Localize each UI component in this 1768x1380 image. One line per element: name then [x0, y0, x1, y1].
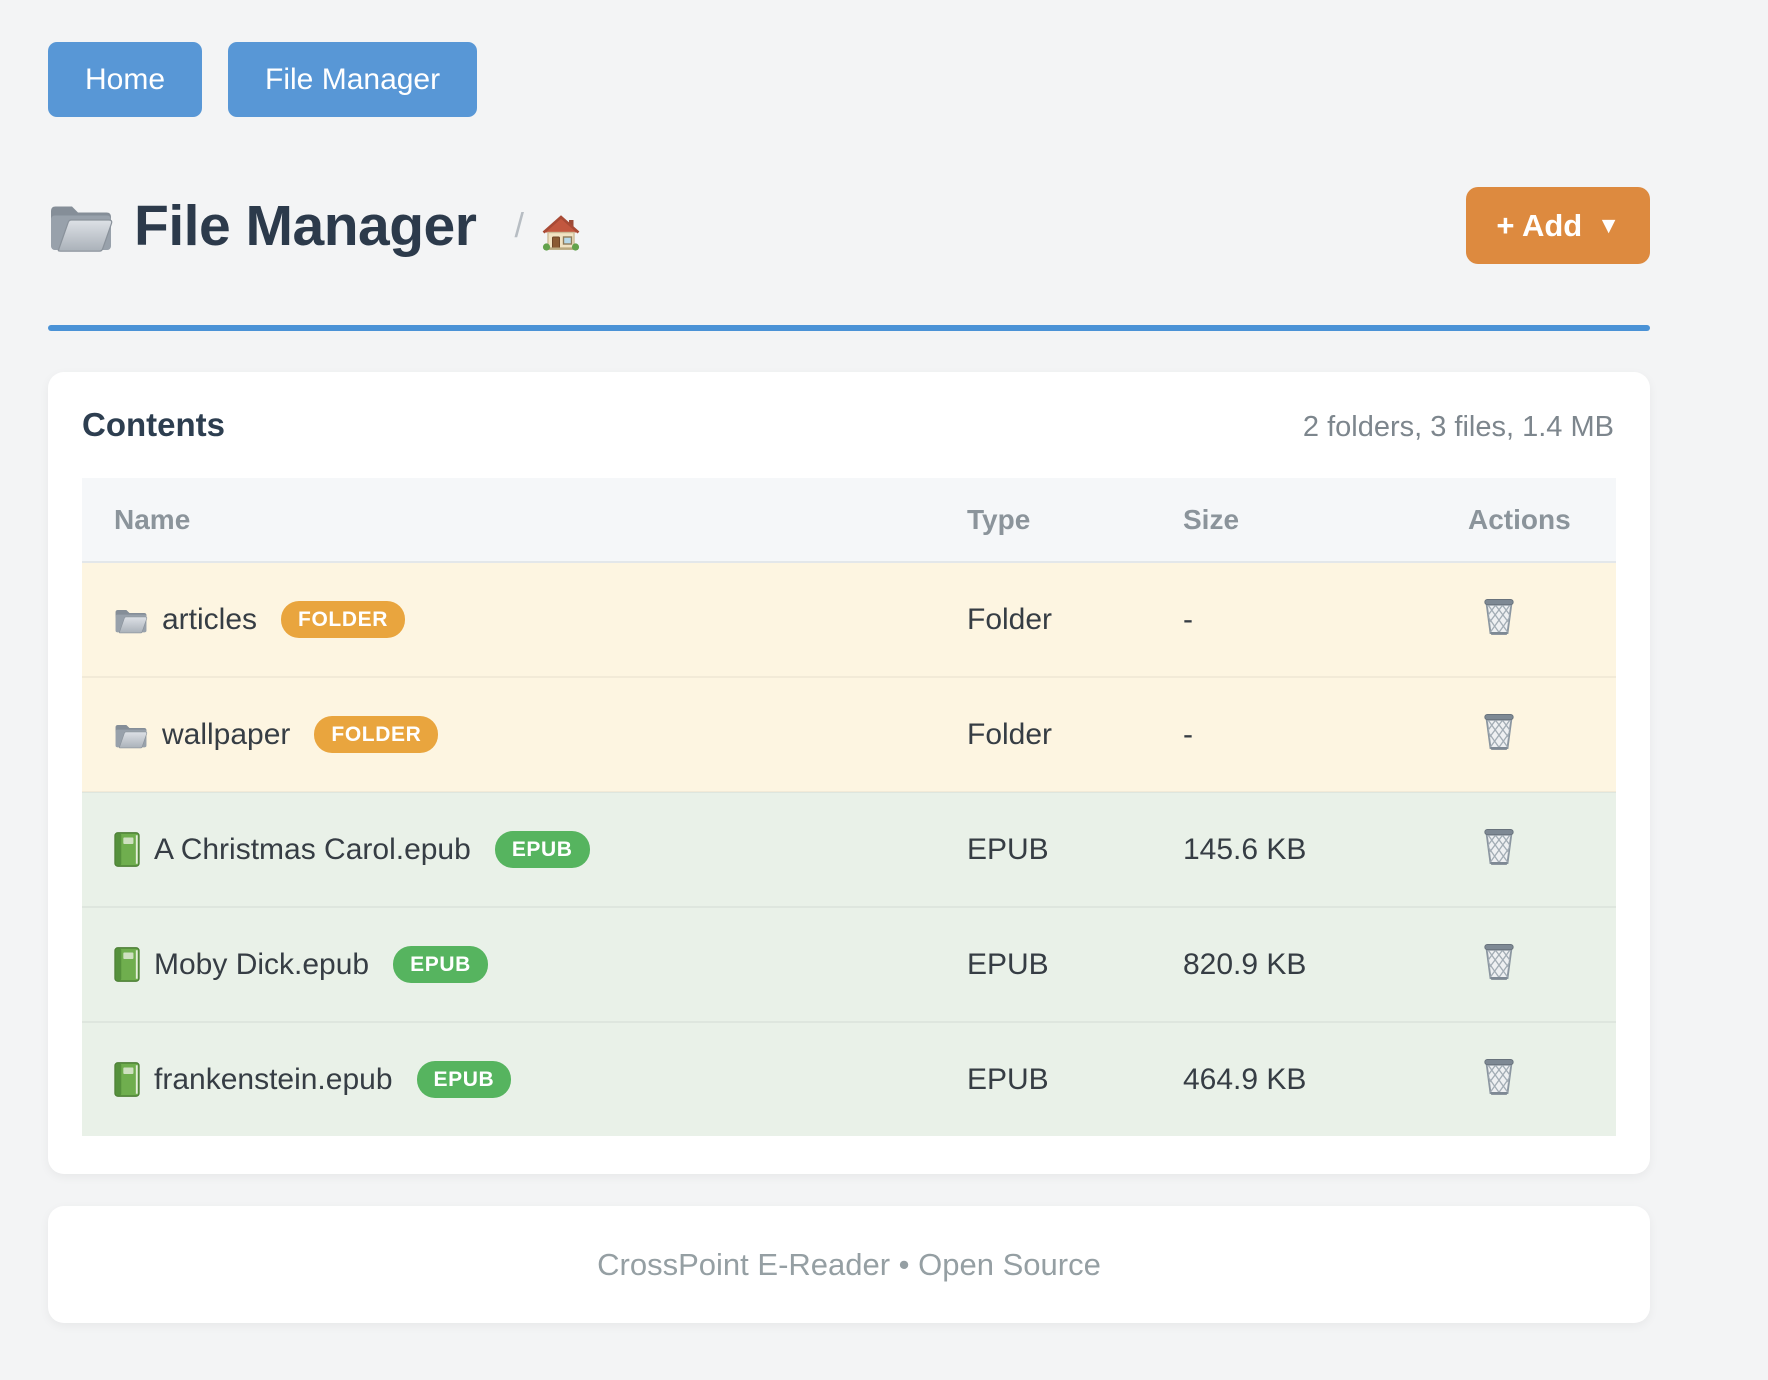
size-cell: -	[1151, 562, 1436, 677]
page-header: File Manager / + Add ▼	[48, 179, 1650, 273]
file-table: Name Type Size Actions articles FOLDER F…	[82, 478, 1616, 1136]
folder-icon	[114, 721, 148, 749]
trash-icon[interactable]	[1482, 596, 1516, 636]
folder-badge: FOLDER	[314, 716, 438, 753]
column-header-name: Name	[82, 478, 935, 562]
epub-badge: EPUB	[417, 1061, 512, 1098]
trash-icon[interactable]	[1482, 826, 1516, 866]
footer-card: CrossPoint E-Reader • Open Source	[48, 1206, 1650, 1323]
table-header-row: Name Type Size Actions	[82, 478, 1616, 562]
type-cell: Folder	[935, 562, 1151, 677]
column-header-actions: Actions	[1436, 478, 1616, 562]
folder-badge: FOLDER	[281, 601, 405, 638]
breadcrumb-separator: /	[514, 207, 523, 246]
house-icon[interactable]	[542, 215, 580, 251]
epub-badge: EPUB	[495, 831, 590, 868]
table-row: A Christmas Carol.epub EPUB EPUB 145.6 K…	[82, 792, 1616, 907]
file-name[interactable]: A Christmas Carol.epub	[154, 833, 471, 867]
file-name[interactable]: wallpaper	[162, 718, 290, 752]
add-button[interactable]: + Add ▼	[1466, 187, 1650, 264]
trash-icon[interactable]	[1482, 941, 1516, 981]
size-cell: 145.6 KB	[1151, 792, 1436, 907]
column-header-size: Size	[1151, 478, 1436, 562]
size-cell: -	[1151, 677, 1436, 792]
page: { "nav": { "buttons": [ { "label": "Home…	[0, 0, 1768, 1380]
file-name[interactable]: Moby Dick.epub	[154, 948, 369, 982]
page-title: File Manager	[134, 193, 476, 259]
file-name[interactable]: frankenstein.epub	[154, 1063, 393, 1097]
type-cell: EPUB	[935, 1022, 1151, 1136]
caret-down-icon: ▼	[1597, 214, 1620, 237]
trash-icon[interactable]	[1482, 1056, 1516, 1096]
contents-summary: 2 folders, 3 files, 1.4 MB	[1303, 411, 1614, 444]
file-name[interactable]: articles	[162, 603, 257, 637]
title-underline	[48, 325, 1650, 331]
table-row: Moby Dick.epub EPUB EPUB 820.9 KB	[82, 907, 1616, 1022]
contents-heading: Contents	[82, 406, 225, 444]
table-row: wallpaper FOLDER Folder -	[82, 677, 1616, 792]
table-row: frankenstein.epub EPUB EPUB 464.9 KB	[82, 1022, 1616, 1136]
add-button-label: + Add	[1496, 208, 1582, 244]
main-container: Home File Manager File Manager / + Add ▼…	[48, 0, 1650, 1323]
epub-badge: EPUB	[393, 946, 488, 983]
type-cell: EPUB	[935, 907, 1151, 1022]
folder-icon	[48, 199, 114, 253]
size-cell: 464.9 KB	[1151, 1022, 1436, 1136]
folder-icon	[114, 606, 148, 634]
book-icon	[114, 947, 140, 982]
table-row: articles FOLDER Folder -	[82, 562, 1616, 677]
nav-file-manager-button[interactable]: File Manager	[228, 42, 477, 117]
column-header-type: Type	[935, 478, 1151, 562]
type-cell: EPUB	[935, 792, 1151, 907]
trash-icon[interactable]	[1482, 711, 1516, 751]
type-cell: Folder	[935, 677, 1151, 792]
size-cell: 820.9 KB	[1151, 907, 1436, 1022]
contents-card-header: Contents 2 folders, 3 files, 1.4 MB	[82, 402, 1616, 444]
nav-home-button[interactable]: Home	[48, 42, 202, 117]
footer-text: CrossPoint E-Reader • Open Source	[597, 1247, 1101, 1283]
contents-card: Contents 2 folders, 3 files, 1.4 MB Name…	[48, 372, 1650, 1174]
book-icon	[114, 1062, 140, 1097]
book-icon	[114, 832, 140, 867]
top-nav: Home File Manager	[48, 42, 1650, 117]
